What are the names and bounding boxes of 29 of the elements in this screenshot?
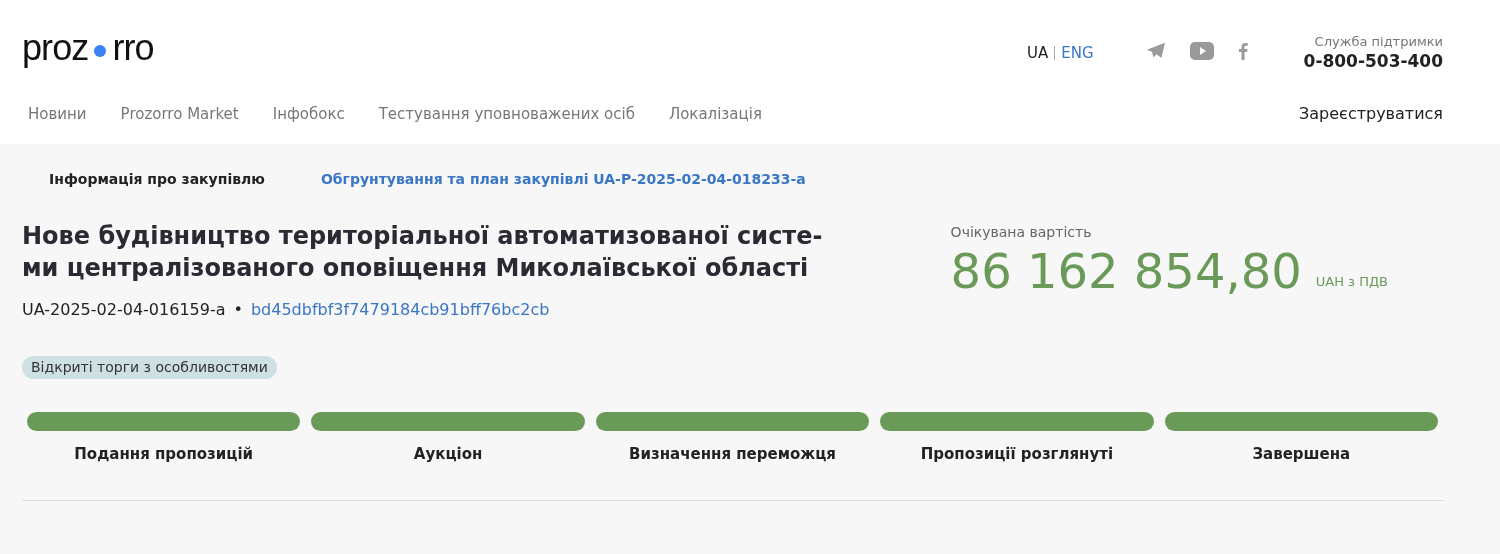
stage-label: Аукціон [413,444,483,465]
tender-id: UA-2025-02-04-016159-a [22,299,226,321]
stage-label: Визначення переможця [629,444,836,465]
hash-link[interactable]: bd45dbfbf3f7479184cb91bff76bc2cb [250,298,550,322]
value-label: Очікувана вартість [950,223,1093,242]
nav-link[interactable]: Prozorro Market [120,102,239,126]
value-currency: UAH з ПДВ [1315,272,1388,291]
nav-link[interactable]: Новини [28,102,87,126]
stage-label: Пропозиції розглянуті [920,444,1114,465]
nav-link[interactable]: Інфобокс [272,102,345,126]
tender-title: Нове будівництво територіальної автоматизованої систе- ми централізованого оповіщення Миколаївської області [22,221,824,284]
support-phone[interactable]: 0-800-503-400 [1303,50,1443,72]
value-amount: 86 162 854,80 [950,243,1302,299]
youtube-icon[interactable] [1189,42,1214,60]
nav-link[interactable]: Тестування уповноважених осіб [378,102,635,126]
stage-label: Подання пропозицій [74,444,254,465]
procedure-badge: Відкриті торги з особливостями [22,356,277,379]
prozorro-logo[interactable]: proz rro [22,28,154,68]
page-tab[interactable]: Обгрунтування та план закупівлі UA-P-2025-02-04-018233-a [320,169,806,190]
paper-plane-icon[interactable] [1145,42,1166,60]
page-tab[interactable]: Інформація про закупівлю [49,169,265,190]
facebook-icon[interactable] [1237,42,1248,60]
register-link[interactable]: Зареєструватися [1299,102,1443,126]
support-label: Служба підтримки [1314,34,1443,50]
language-link[interactable]: UA [1026,42,1049,65]
separator-dot: • [233,299,243,321]
stage-label: Завершена [1252,444,1351,465]
language-link[interactable]: ENG [1061,42,1094,65]
nav-link[interactable]: Локалізація [668,102,762,126]
